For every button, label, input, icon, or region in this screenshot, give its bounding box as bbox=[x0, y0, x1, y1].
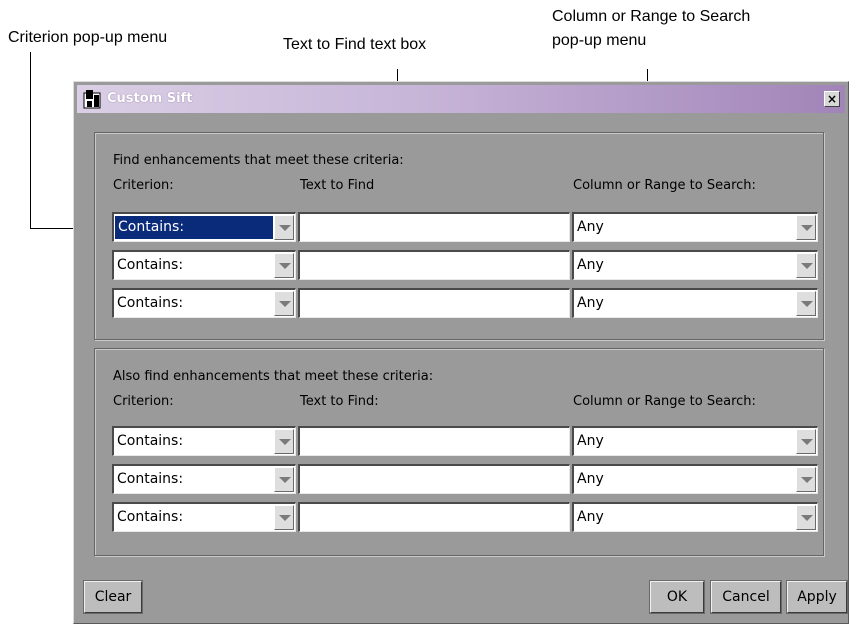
criterion-value: Contains: bbox=[117, 509, 184, 525]
criterion-select[interactable]: Contains: bbox=[112, 250, 296, 280]
clear-button[interactable]: Clear bbox=[83, 580, 143, 614]
column-range-value: Any bbox=[577, 433, 604, 449]
text-to-find-input[interactable] bbox=[298, 212, 570, 242]
column-range-select[interactable]: Any bbox=[572, 426, 818, 456]
ok-button[interactable]: OK bbox=[649, 580, 705, 614]
chevron-down-icon[interactable] bbox=[796, 467, 816, 492]
criterion-value: Contains: bbox=[117, 295, 184, 311]
chevron-down-icon[interactable] bbox=[796, 291, 816, 316]
text-to-find-input[interactable] bbox=[298, 502, 570, 532]
chevron-down-icon[interactable] bbox=[796, 505, 816, 530]
close-icon: × bbox=[826, 92, 838, 106]
column-range-value: Any bbox=[577, 219, 604, 235]
column-range-value: Any bbox=[577, 295, 604, 311]
title-bar[interactable]: Custom Sift × bbox=[77, 85, 845, 113]
chevron-down-icon[interactable] bbox=[796, 253, 816, 278]
criterion-select[interactable]: Contains: bbox=[112, 288, 296, 318]
chevron-down-icon[interactable] bbox=[274, 215, 294, 240]
column-header-text-to-find: Text to Find bbox=[300, 178, 375, 193]
chevron-down-icon[interactable] bbox=[796, 215, 816, 240]
close-button[interactable]: × bbox=[824, 91, 840, 107]
column-range-select[interactable]: Any bbox=[572, 502, 818, 532]
app-icon bbox=[83, 90, 101, 109]
criterion-select[interactable]: Contains: bbox=[112, 426, 296, 456]
criterion-value: Contains: bbox=[117, 471, 184, 487]
criterion-select[interactable]: Contains: bbox=[112, 464, 296, 494]
cancel-button[interactable]: Cancel bbox=[710, 580, 782, 614]
criterion-value: Contains: bbox=[115, 216, 273, 239]
chevron-down-icon[interactable] bbox=[274, 505, 294, 530]
callout-column-menu-line2: pop-up menu bbox=[552, 32, 647, 49]
column-range-select[interactable]: Any bbox=[572, 212, 818, 242]
text-to-find-input[interactable] bbox=[298, 250, 570, 280]
column-range-select[interactable]: Any bbox=[572, 464, 818, 494]
chevron-down-icon[interactable] bbox=[274, 253, 294, 278]
column-header-criterion: Criterion: bbox=[113, 394, 174, 409]
text-to-find-input[interactable] bbox=[298, 464, 570, 494]
group-heading: Find enhancements that meet these criter… bbox=[113, 153, 404, 168]
column-range-value: Any bbox=[577, 257, 604, 273]
apply-button[interactable]: Apply bbox=[786, 580, 848, 614]
callout-text-box: Text to Find text box bbox=[283, 36, 427, 53]
callout-column-menu-line1: Column or Range to Search bbox=[552, 8, 751, 25]
criterion-select[interactable]: Contains: bbox=[112, 212, 296, 242]
text-to-find-input[interactable] bbox=[298, 288, 570, 318]
column-header-criterion: Criterion: bbox=[113, 178, 174, 193]
column-range-select[interactable]: Any bbox=[572, 288, 818, 318]
chevron-down-icon[interactable] bbox=[274, 429, 294, 454]
column-header-column-range: Column or Range to Search: bbox=[573, 178, 756, 193]
window-title: Custom Sift bbox=[107, 91, 193, 106]
group-heading: Also find enhancements that meet these c… bbox=[113, 369, 434, 384]
chevron-down-icon[interactable] bbox=[274, 467, 294, 492]
criterion-select[interactable]: Contains: bbox=[112, 502, 296, 532]
column-header-text-to-find: Text to Find: bbox=[300, 394, 379, 409]
column-range-value: Any bbox=[577, 471, 604, 487]
column-range-select[interactable]: Any bbox=[572, 250, 818, 280]
chevron-down-icon[interactable] bbox=[796, 429, 816, 454]
criterion-value: Contains: bbox=[117, 433, 184, 449]
chevron-down-icon[interactable] bbox=[274, 291, 294, 316]
text-to-find-input[interactable] bbox=[298, 426, 570, 456]
criterion-value: Contains: bbox=[117, 257, 184, 273]
callout-line-criterion-vertical bbox=[30, 52, 31, 228]
criteria-group-primary: Find enhancements that meet these criter… bbox=[94, 132, 824, 340]
criteria-group-secondary: Also find enhancements that meet these c… bbox=[94, 348, 824, 556]
column-header-column-range: Column or Range to Search: bbox=[573, 394, 756, 409]
callout-criterion-menu: Criterion pop-up menu bbox=[8, 29, 168, 46]
custom-sift-dialog: Custom Sift × Find enhancements that mee… bbox=[73, 81, 849, 624]
column-range-value: Any bbox=[577, 509, 604, 525]
